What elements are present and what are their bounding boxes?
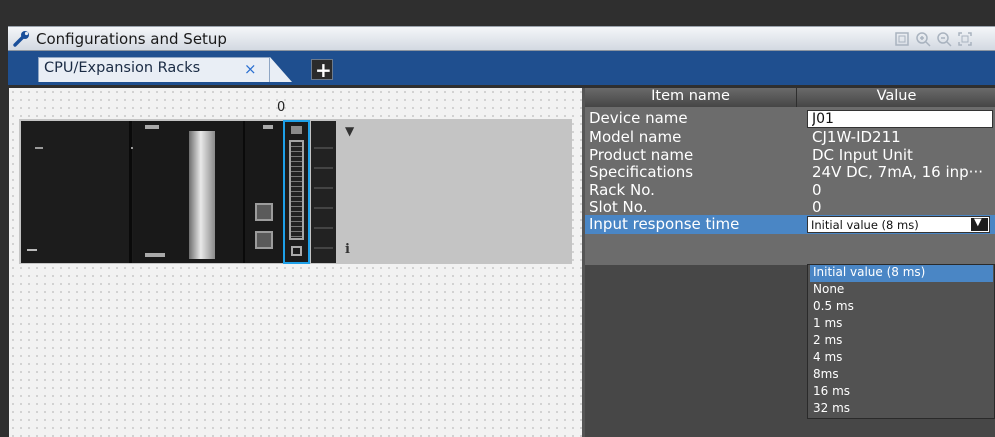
triangle-down-icon: ▼ [974,217,982,228]
properties-header: Item name Value [585,88,995,107]
dropdown-button[interactable]: ▼ [971,217,988,231]
input-response-time-select[interactable]: Initial value (8 ms) ▼ [807,216,990,233]
title-bar: Configurations and Setup [8,26,995,51]
property-name: Specifications [589,163,694,181]
dropdown-option[interactable]: 16 ms [810,384,993,401]
property-name: Device name [589,109,688,127]
property-row-model-name[interactable]: Model name CJ1W-ID211 [585,128,995,146]
property-row-rack-no[interactable]: Rack No. 0 [585,181,995,199]
property-row-device-name[interactable]: Device name [585,109,995,128]
wrench-icon [13,31,29,47]
tab-cpu-expansion-racks[interactable]: CPU/Expansion Racks × [38,57,270,82]
info-icon[interactable]: i [345,242,350,257]
plus-icon: + [315,58,332,82]
selected-value: Initial value (8 ms) [811,218,919,232]
property-value: 0 [812,180,822,199]
property-name: Slot No. [589,198,648,216]
property-row-input-response-time[interactable]: Input response time Initial value (8 ms)… [585,215,995,234]
zoom-out-icon[interactable] [936,31,952,47]
dropdown-option[interactable]: 4 ms [810,350,993,367]
tab-strip: CPU/Expansion Racks × + [8,51,995,85]
input-response-time-dropdown: Initial value (8 ms) None 0.5 ms 1 ms 2 … [807,264,995,419]
input-unit-selected[interactable] [283,120,310,264]
property-name: Model name [589,128,682,146]
property-value: 0 [812,198,822,216]
add-tab-button[interactable]: + [311,58,333,82]
property-value: 24V DC, 7mA, 16 inp··· [812,163,983,181]
property-row-product-name[interactable]: Product name DC Input Unit [585,146,995,164]
property-name: Rack No. [589,180,655,199]
dropdown-option[interactable]: 2 ms [810,333,993,350]
column-header-item-name[interactable]: Item name [585,88,797,107]
device-name-input[interactable] [807,110,993,128]
properties-table: Device name Model name CJ1W-ID211 Produc… [585,107,995,265]
property-value: DC Input Unit [812,145,913,164]
full-screen-icon[interactable] [957,31,973,47]
property-row-specifications[interactable]: Specifications 24V DC, 7mA, 16 inp··· [585,163,995,181]
fit-icon[interactable] [894,31,910,47]
dropdown-option[interactable]: 8ms [810,367,993,384]
app-frame: Configurations and Setup CPU/Expansion R… [0,0,995,437]
dropdown-option[interactable]: 1 ms [810,316,993,333]
dropdown-option[interactable]: Initial value (8 ms) [810,265,993,282]
zoom-toolbar [894,31,973,47]
window-title: Configurations and Setup [36,30,227,48]
chevron-down-icon[interactable]: ▼ [345,124,354,138]
dropdown-option[interactable]: 0.5 ms [810,299,993,316]
cpu-unit[interactable] [133,121,285,263]
property-name: Input response time [589,215,740,233]
property-name: Product name [589,145,694,164]
property-value: CJ1W-ID211 [812,128,901,146]
dropdown-option[interactable]: None [810,282,993,299]
close-icon[interactable]: × [244,60,257,78]
zoom-in-icon[interactable] [915,31,931,47]
tab-label: CPU/Expansion Racks [44,60,201,76]
empty-slot[interactable] [311,121,336,263]
column-header-value[interactable]: Value [798,88,995,107]
rack-canvas[interactable]: 0 ▼ i [9,88,582,437]
power-supply-unit[interactable] [21,121,143,263]
tab-edge [270,57,292,82]
dropdown-option[interactable]: 32 ms [810,401,993,418]
property-row-slot-no[interactable]: Slot No. 0 [585,198,995,216]
slot-number-label: 0 [277,100,286,115]
